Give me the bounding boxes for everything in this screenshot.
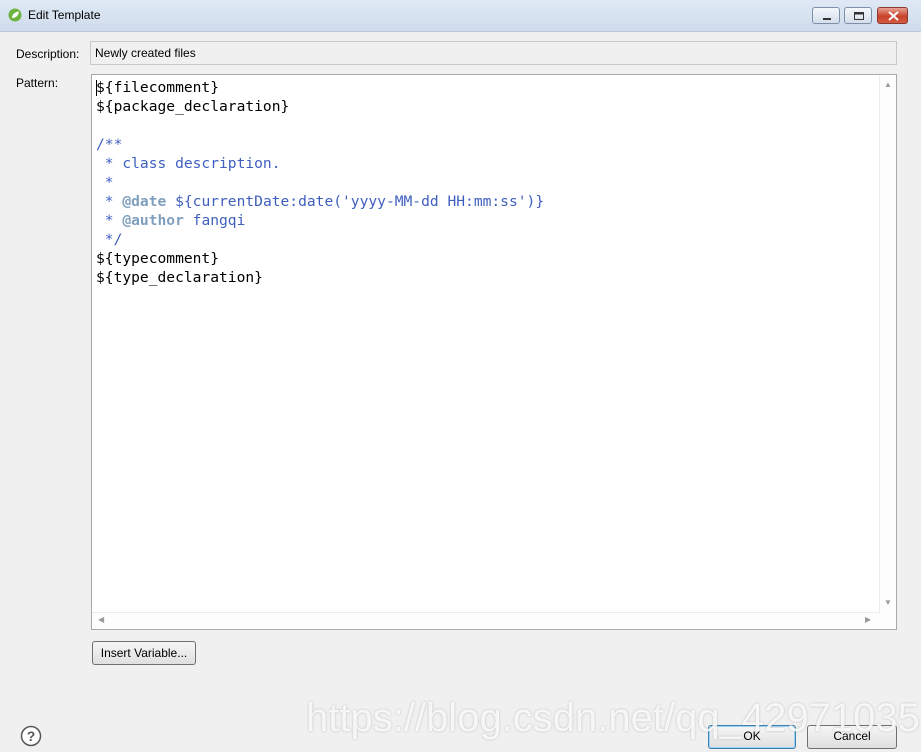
minimize-button[interactable] [812, 7, 840, 24]
maximize-icon [854, 12, 864, 20]
watermark-text: https://blog.csdn.net/qq_42971035 [306, 696, 920, 740]
code-line: ${typecomment} [96, 250, 220, 267]
svg-text:?: ? [27, 728, 36, 744]
code-line: /** [96, 136, 123, 153]
horizontal-scrollbar[interactable]: ◀ ▶ [92, 612, 880, 629]
window-title: Edit Template [28, 8, 101, 22]
maximize-button[interactable] [844, 7, 872, 24]
scroll-left-icon[interactable]: ◀ [98, 616, 104, 624]
code-line: */ [96, 231, 123, 248]
code-line: ${type_declaration} [96, 269, 263, 286]
javadoc-tag: @date [122, 193, 167, 210]
text-caret [96, 80, 97, 96]
scroll-up-icon[interactable]: ▲ [884, 81, 892, 89]
vertical-scrollbar[interactable]: ▲ ▼ [879, 75, 896, 613]
pattern-code[interactable]: ${filecomment} ${package_declaration} /**… [96, 78, 544, 287]
help-icon[interactable]: ? [20, 725, 42, 747]
title-bar: Edit Template [0, 0, 921, 32]
code-line: * @date ${currentDate:date('yyyy-MM-dd H… [96, 193, 545, 210]
close-button[interactable] [877, 7, 908, 24]
code-line: ${package_declaration} [96, 98, 290, 115]
javadoc-tag: @author [122, 212, 184, 229]
close-icon [888, 11, 899, 21]
description-field[interactable]: Newly created files [90, 41, 897, 65]
spring-leaf-icon [8, 8, 22, 22]
scroll-down-icon[interactable]: ▼ [884, 599, 892, 607]
code-line: ${filecomment} [96, 79, 220, 96]
insert-variable-button[interactable]: Insert Variable... [92, 641, 196, 665]
code-line: * class description. [96, 155, 281, 172]
description-label: Description: [16, 47, 80, 61]
code-line: * @author fangqi [96, 212, 246, 229]
scroll-right-icon[interactable]: ▶ [865, 616, 871, 624]
pattern-editor[interactable]: ${filecomment} ${package_declaration} /**… [91, 74, 897, 630]
code-line: * [96, 174, 114, 191]
pattern-label: Pattern: [16, 76, 59, 90]
scrollbar-corner [880, 613, 896, 629]
minimize-icon [823, 18, 831, 20]
